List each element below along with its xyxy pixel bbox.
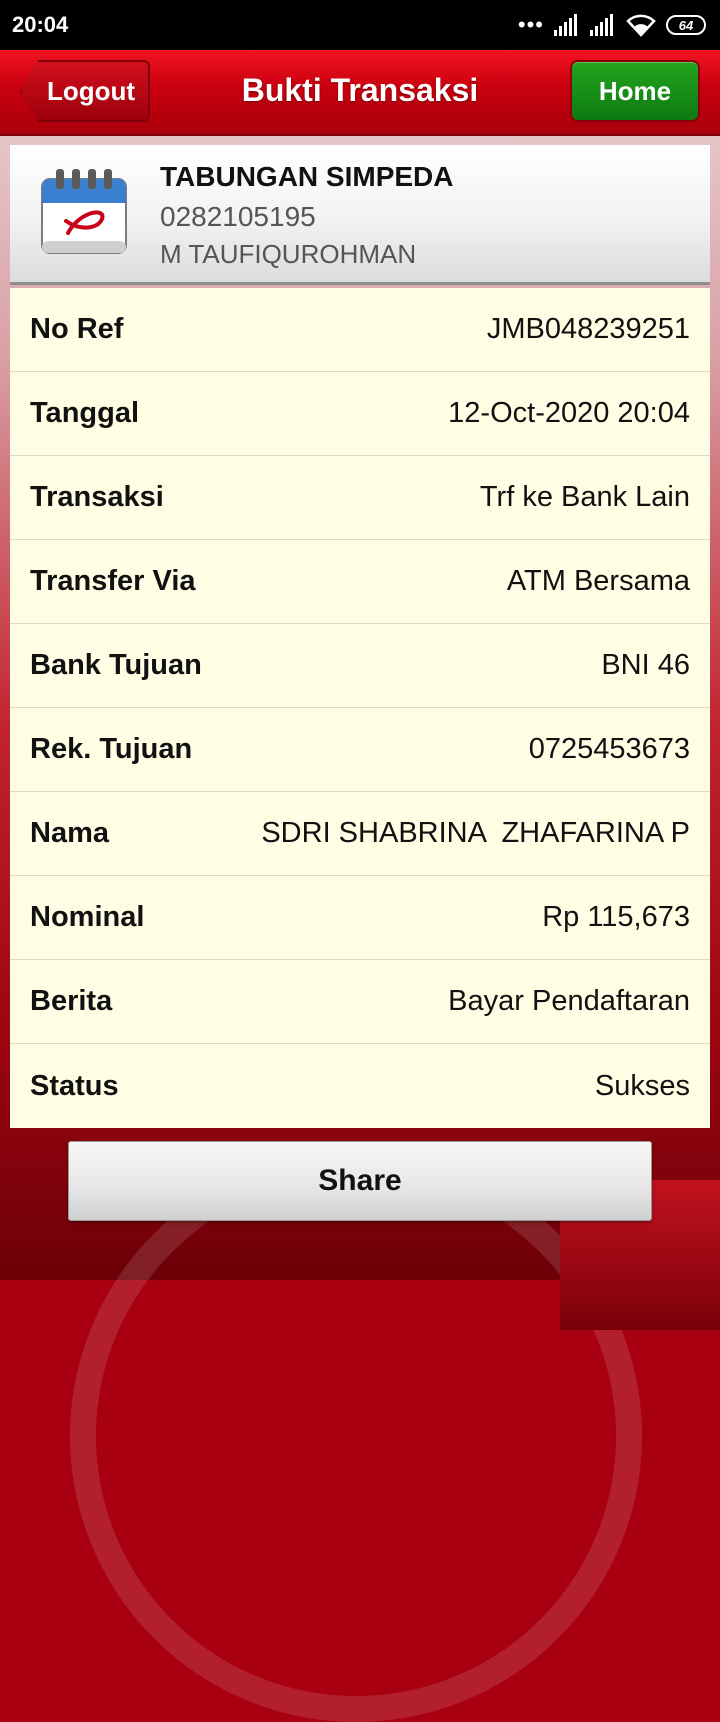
detail-label: Transfer Via: [30, 565, 196, 597]
detail-value: Bayar Pendaftaran: [448, 985, 690, 1017]
detail-label: Status: [30, 1069, 119, 1102]
detail-label: Transaksi: [30, 481, 164, 513]
detail-value: ATM Bersama: [506, 565, 690, 597]
detail-label: No Ref: [30, 313, 124, 345]
detail-value: 0725453673: [528, 733, 690, 765]
signal-icon: [554, 14, 580, 36]
detail-label: Rek. Tujuan: [30, 733, 193, 765]
home-button[interactable]: Home: [570, 60, 700, 122]
battery-icon: 64: [666, 15, 706, 35]
background-ring: [70, 1150, 642, 1722]
detail-row-nama: Nama SDRI SHABRINA ZHAFARINA P: [10, 792, 710, 876]
detail-row-tanggal: Tanggal 12-Oct-2020 20:04: [10, 372, 710, 456]
signal-icon-2: [590, 14, 616, 36]
status-bar: 20:04 ••• 64: [0, 0, 720, 50]
detail-label: Nominal: [30, 901, 145, 933]
account-holder: M TAUFIQUROHMAN: [160, 239, 417, 269]
detail-value: Trf ke Bank Lain: [479, 481, 690, 513]
detail-row-no-ref: No Ref JMB048239251: [10, 288, 710, 372]
detail-value: 12-Oct-2020 20:04: [448, 397, 690, 429]
detail-value: SDRI SHABRINA ZHAFARINA P: [261, 817, 690, 849]
more-dots-icon: •••: [517, 12, 544, 37]
detail-label: Bank Tujuan: [30, 649, 202, 681]
detail-value: Sukses: [594, 1069, 690, 1102]
transaction-details: No Ref JMB048239251 Tanggal 12-Oct-2020 …: [10, 288, 710, 1128]
detail-row-status: Status Sukses: [10, 1044, 710, 1128]
account-product: TABUNGAN SIMPEDA: [160, 161, 454, 192]
detail-row-rek-tujuan: Rek. Tujuan 0725453673: [10, 708, 710, 792]
calendar-icon: [41, 169, 127, 254]
detail-row-bank-tujuan: Bank Tujuan BNI 46: [10, 624, 710, 708]
wifi-icon: [626, 14, 656, 37]
detail-label: Tanggal: [30, 397, 140, 429]
detail-label: Berita: [30, 985, 113, 1017]
share-button[interactable]: Share: [68, 1141, 652, 1221]
app-header: Logout Bukti Transaksi Home: [0, 50, 720, 136]
status-icons: ••• 64: [518, 10, 706, 40]
detail-value: Rp 115,673: [542, 901, 690, 933]
detail-value: JMB048239251: [486, 313, 690, 345]
detail-row-transaksi: Transaksi Trf ke Bank Lain: [10, 456, 710, 540]
detail-label: Nama: [30, 817, 109, 849]
account-card: TABUNGAN SIMPEDA 0282105195 M TAUFIQUROH…: [10, 145, 710, 285]
detail-row-transfer-via: Transfer Via ATM Bersama: [10, 540, 710, 624]
detail-value: BNI 46: [601, 649, 690, 681]
account-number: 0282105195: [160, 201, 316, 232]
status-time: 20:04: [12, 12, 69, 37]
detail-row-berita: Berita Bayar Pendaftaran: [10, 960, 710, 1044]
detail-row-nominal: Nominal Rp 115,673: [10, 876, 710, 960]
